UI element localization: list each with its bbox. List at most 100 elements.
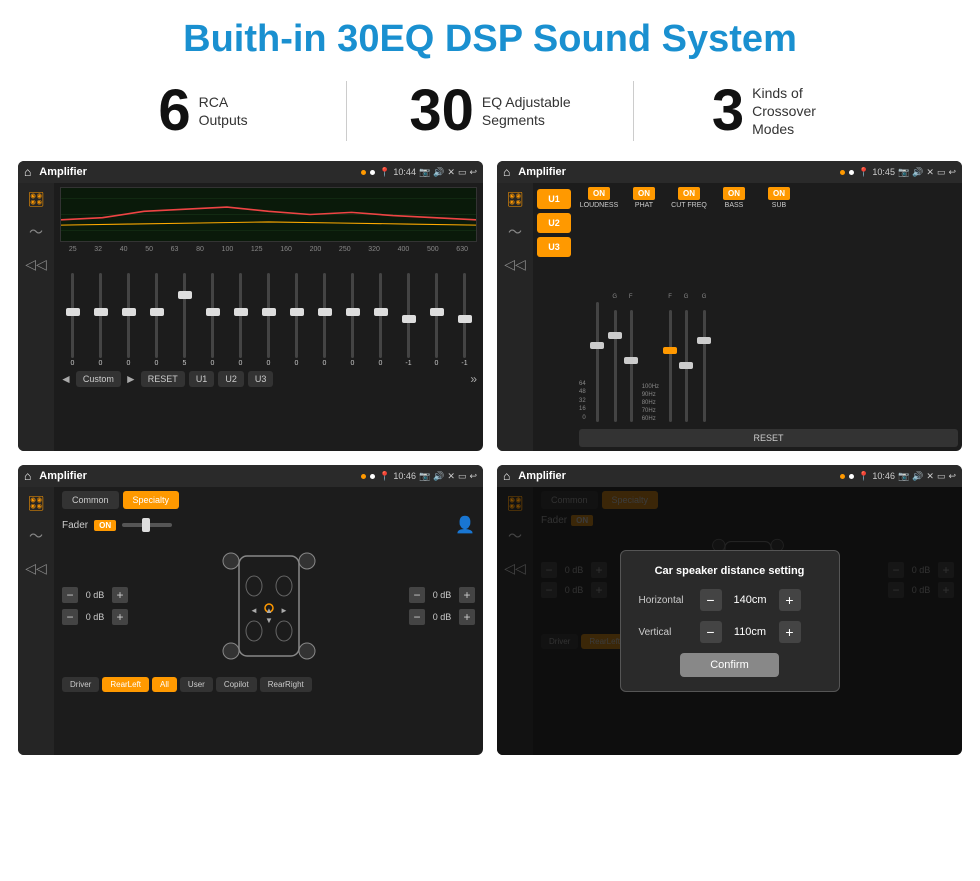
- status-icons-3: 📍 10:46 📷 🔊 ✕ ▭ ↩: [379, 471, 477, 482]
- amp-preset-u2[interactable]: U2: [537, 213, 571, 233]
- db-minus-bl[interactable]: −: [62, 609, 78, 625]
- db-plus-bl[interactable]: +: [112, 609, 128, 625]
- db-plus-tl[interactable]: +: [112, 587, 128, 603]
- tab-common[interactable]: Common: [62, 491, 119, 509]
- eq-track-7[interactable]: [267, 273, 270, 358]
- fader-speaker-icon[interactable]: ◁◁: [25, 560, 47, 577]
- dialog-plus-vertical[interactable]: +: [779, 621, 801, 643]
- toggle-loudness: ON LOUDNESS: [579, 187, 619, 209]
- eq-thumb-6[interactable]: [234, 308, 248, 316]
- btn-user[interactable]: User: [180, 677, 213, 692]
- eq-track-9[interactable]: [323, 273, 326, 358]
- eq-next-arrow[interactable]: ►: [125, 372, 137, 386]
- btn-rearleft[interactable]: RearLeft: [102, 677, 149, 692]
- eq-track-4[interactable]: [183, 273, 186, 358]
- toggle-sub-state[interactable]: ON: [768, 187, 790, 200]
- eq-main: 2532405063 80100125160200 25032040050063…: [54, 183, 483, 451]
- amp-left-icons: 🎛 〜 ◁◁: [497, 183, 533, 451]
- eq-track-2[interactable]: [127, 273, 130, 358]
- eq-thumb-5[interactable]: [206, 308, 220, 316]
- btn-rearright[interactable]: RearRight: [260, 677, 312, 692]
- db-plus-tr[interactable]: +: [459, 587, 475, 603]
- eq-track-13[interactable]: [435, 273, 438, 358]
- amp-tune-icon[interactable]: 🎛: [506, 191, 524, 208]
- camera-icon-4: 📷: [898, 471, 909, 482]
- eq-u3-btn[interactable]: U3: [248, 371, 274, 387]
- dialog-minus-horizontal[interactable]: −: [700, 589, 722, 611]
- eq-thumb-0[interactable]: [66, 308, 80, 316]
- svg-text:▼: ▼: [265, 616, 273, 625]
- db-plus-br[interactable]: +: [459, 609, 475, 625]
- toggle-phat-state[interactable]: ON: [633, 187, 655, 200]
- toggle-loudness-state[interactable]: ON: [588, 187, 610, 200]
- fader-wave-icon[interactable]: 〜: [29, 526, 43, 546]
- db-minus-tl[interactable]: −: [62, 587, 78, 603]
- eq-val-3: 0: [155, 360, 159, 367]
- eq-track-5[interactable]: [211, 273, 214, 358]
- amp-preset-u1[interactable]: U1: [537, 189, 571, 209]
- app-title-2: Amplifier: [518, 166, 836, 178]
- eq-track-12[interactable]: [407, 273, 410, 358]
- fader-track[interactable]: [122, 523, 172, 527]
- eq-thumb-3[interactable]: [150, 308, 164, 316]
- dialog-overlay: Car speaker distance setting Horizontal …: [497, 487, 962, 755]
- amp-speaker-icon[interactable]: ◁◁: [504, 256, 526, 273]
- svg-text:►: ►: [280, 606, 288, 615]
- btn-copilot[interactable]: Copilot: [216, 677, 257, 692]
- dialog-plus-horizontal[interactable]: +: [779, 589, 801, 611]
- btn-driver[interactable]: Driver: [62, 677, 99, 692]
- eq-prev-arrow[interactable]: ◄: [60, 372, 72, 386]
- eq-more-icon[interactable]: »: [470, 372, 477, 386]
- eq-track-1[interactable]: [99, 273, 102, 358]
- eq-thumb-8[interactable]: [290, 308, 304, 316]
- eq-thumb-7[interactable]: [262, 308, 276, 316]
- eq-track-14[interactable]: [463, 273, 466, 358]
- btn-all[interactable]: All: [152, 677, 177, 692]
- eq-thumb-4[interactable]: [178, 291, 192, 299]
- dialog-minus-vertical[interactable]: −: [700, 621, 722, 643]
- eq-thumb-2[interactable]: [122, 308, 136, 316]
- db-minus-tr[interactable]: −: [409, 587, 425, 603]
- eq-thumb-12[interactable]: [402, 315, 416, 323]
- amp-reset-btn[interactable]: RESET: [579, 429, 958, 447]
- eq-track-10[interactable]: [351, 273, 354, 358]
- eq-speaker-icon[interactable]: ◁◁: [25, 256, 47, 273]
- eq-track-8[interactable]: [295, 273, 298, 358]
- db-minus-br[interactable]: −: [409, 609, 425, 625]
- location-icon-1: 📍: [379, 167, 390, 178]
- eq-thumb-9[interactable]: [318, 308, 332, 316]
- eq-reset-btn[interactable]: RESET: [141, 371, 185, 387]
- close-icon-2: ✕: [926, 167, 934, 178]
- eq-track-6[interactable]: [239, 273, 242, 358]
- eq-track-11[interactable]: [379, 273, 382, 358]
- eq-thumb-10[interactable]: [346, 308, 360, 316]
- db-control-bl: − 0 dB +: [62, 609, 128, 625]
- eq-thumb-14[interactable]: [458, 315, 472, 323]
- fader-thumb[interactable]: [142, 518, 150, 532]
- amp-wave-icon[interactable]: 〜: [508, 222, 522, 242]
- eq-thumb-1[interactable]: [94, 308, 108, 316]
- eq-wave-icon[interactable]: 〜: [29, 222, 43, 242]
- speaker-layout: − 0 dB + − 0 dB +: [62, 541, 475, 671]
- eq-thumb-13[interactable]: [430, 308, 444, 316]
- toggle-bass-state[interactable]: ON: [723, 187, 745, 200]
- fader-tune-icon[interactable]: 🎛: [27, 495, 45, 512]
- db-control-tr: − 0 dB +: [409, 587, 475, 603]
- eq-thumb-11[interactable]: [374, 308, 388, 316]
- amp-preset-u3[interactable]: U3: [537, 237, 571, 257]
- status-bar-4: ⌂ Amplifier 📍 10:46 📷 🔊 ✕ ▭ ↩: [497, 465, 962, 487]
- speaker-icon-3: 🔊: [433, 471, 444, 482]
- tab-specialty[interactable]: Specialty: [123, 491, 180, 509]
- window-icon-3: ▭: [458, 471, 467, 482]
- speaker-icon-2: 🔊: [912, 167, 923, 178]
- dist-content: 🎛 〜 ◁◁ Common Specialty Fader ON: [497, 487, 962, 755]
- eq-slider-9: 0: [312, 273, 337, 367]
- eq-preset-custom[interactable]: Custom: [76, 371, 121, 387]
- eq-u1-btn[interactable]: U1: [189, 371, 215, 387]
- eq-track-3[interactable]: [155, 273, 158, 358]
- eq-track-0[interactable]: [71, 273, 74, 358]
- eq-tune-icon[interactable]: 🎛: [27, 191, 45, 208]
- toggle-cutfreq-state[interactable]: ON: [678, 187, 700, 200]
- eq-u2-btn[interactable]: U2: [218, 371, 244, 387]
- dialog-confirm-button[interactable]: Confirm: [680, 653, 779, 677]
